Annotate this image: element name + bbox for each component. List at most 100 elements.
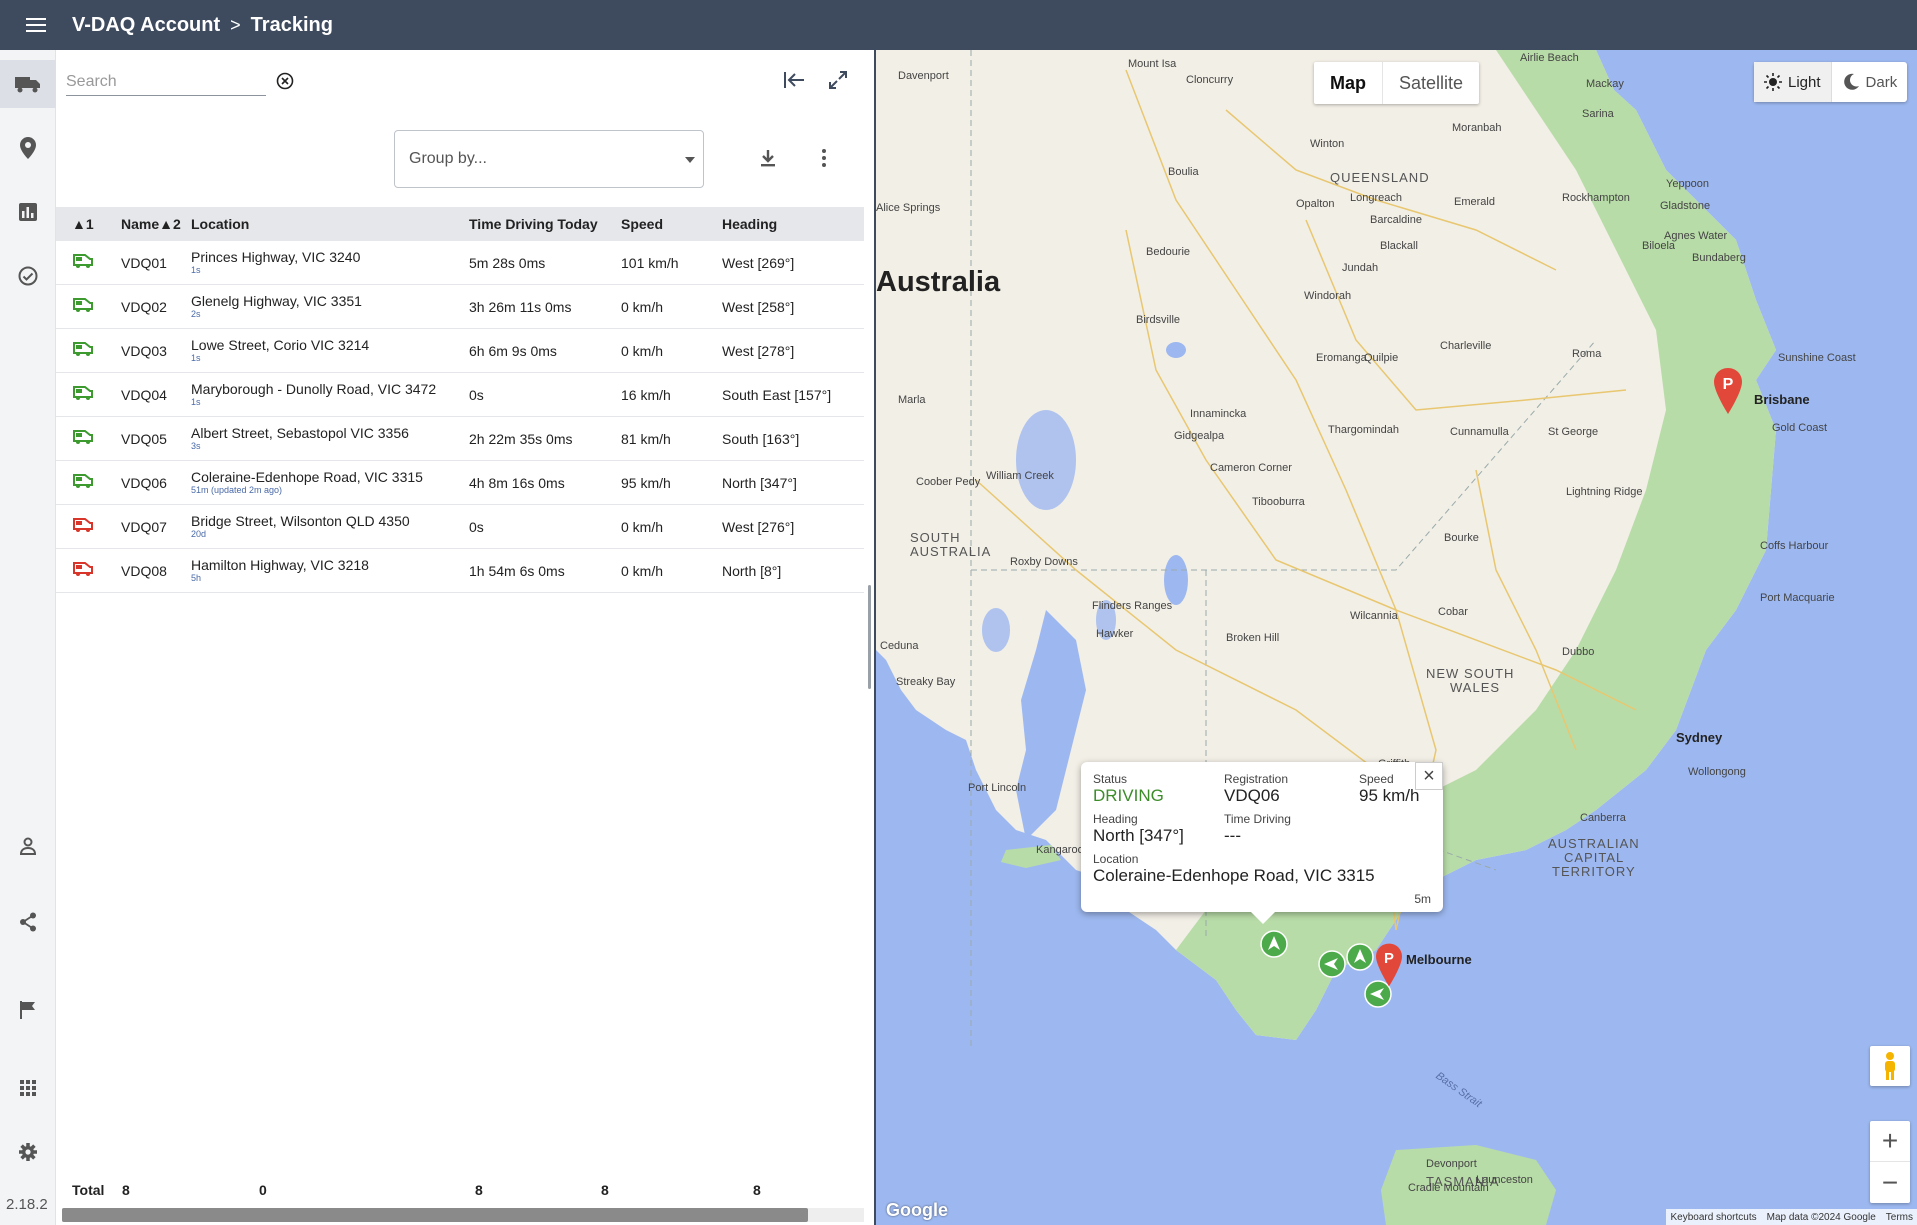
search-input[interactable] bbox=[66, 68, 266, 95]
vehicle-heading: North [8°] bbox=[722, 562, 782, 579]
table-row[interactable]: VDQ02 Glenelg Highway, VIC 3351 2s 3h 26m 1… bbox=[56, 285, 864, 329]
vehicle-location-updated: 1s bbox=[191, 265, 201, 275]
vehicle-time-driving: 0s bbox=[469, 518, 484, 535]
vehicle-location-updated: 5h bbox=[191, 573, 202, 583]
map-label-sydney: Sydney bbox=[1676, 730, 1723, 745]
table-row[interactable]: VDQ04 Maryborough - Dunolly Road, VIC 347… bbox=[56, 373, 864, 417]
vehicle-speed: 101 km/h bbox=[621, 254, 679, 271]
totals-heading: 8 bbox=[753, 1182, 761, 1198]
map-label-town: Alice Springs bbox=[876, 202, 941, 214]
popup-time-value: --- bbox=[1224, 826, 1241, 845]
vehicle-location: Lowe Street, Corio VIC 3214 1s bbox=[191, 337, 469, 364]
map-view[interactable]: Map Satellite Light Dark Australia QUEEN… bbox=[876, 50, 1917, 1225]
map-type-satellite-button[interactable]: Satellite bbox=[1383, 62, 1479, 104]
column-header-speed[interactable]: Speed bbox=[621, 216, 722, 232]
table-totals-row: Total 8 0 8 8 8 bbox=[56, 1178, 864, 1202]
table-header: ▲1 Name▲2 Location Time Driving Today Sp… bbox=[56, 207, 864, 241]
popup-age: 5m bbox=[1414, 892, 1431, 906]
map-label-town: Innamincka bbox=[1190, 408, 1247, 420]
column-header-time-driving[interactable]: Time Driving Today bbox=[469, 216, 621, 232]
vehicle-marker-icon[interactable] bbox=[1318, 950, 1346, 978]
vehicle-location-text: Maryborough - Dunolly Road, VIC 3472 bbox=[191, 381, 437, 397]
map-label-town: Boulia bbox=[1168, 166, 1199, 178]
map-label-town: Opalton bbox=[1296, 198, 1335, 210]
vehicle-time-driving: 0s bbox=[469, 386, 484, 403]
panel-resize-handle[interactable] bbox=[868, 585, 871, 689]
table-row[interactable]: VDQ06 Coleraine-Edenhope Road, VIC 3315 51… bbox=[56, 461, 864, 505]
collapse-panel-icon[interactable] bbox=[778, 64, 810, 96]
street-view-pegman-icon[interactable] bbox=[1870, 1046, 1910, 1086]
map-label-town: Quilpie bbox=[1364, 352, 1399, 364]
vehicle-heading: North [347°] bbox=[722, 474, 797, 491]
horizontal-scrollbar[interactable] bbox=[62, 1208, 864, 1222]
map-label-town: Roma bbox=[1572, 348, 1602, 360]
group-by-select[interactable]: Group by... bbox=[394, 130, 704, 188]
map-label-town: Streaky Bay bbox=[896, 676, 956, 688]
vehicle-heading: West [258°] bbox=[722, 298, 795, 315]
bar-chart-icon[interactable] bbox=[0, 188, 56, 236]
download-icon[interactable] bbox=[752, 142, 784, 174]
more-options-icon[interactable] bbox=[808, 142, 840, 174]
vehicle-status-icon bbox=[56, 473, 111, 492]
column-header-name[interactable]: Name▲2 bbox=[111, 216, 191, 232]
popup-status-label: Status bbox=[1093, 772, 1128, 786]
vehicle-name: VDQ05 bbox=[121, 430, 167, 447]
map-label-town: Coffs Harbour bbox=[1760, 540, 1829, 552]
map-label-canberra: Canberra bbox=[1580, 812, 1626, 824]
map-label-town: Gidgealpa bbox=[1174, 430, 1225, 442]
keyboard-shortcuts-link[interactable]: Keyboard shortcuts bbox=[1670, 1212, 1756, 1223]
truck-icon[interactable] bbox=[0, 60, 56, 108]
vehicle-info-popup: × Status DRIVING Registration VDQ06 Spee… bbox=[1081, 762, 1443, 924]
totals-name: 8 bbox=[122, 1182, 130, 1198]
map-label-town: Ceduna bbox=[880, 640, 919, 652]
terms-link[interactable]: Terms bbox=[1886, 1212, 1913, 1223]
person-icon[interactable] bbox=[0, 822, 56, 870]
vehicle-speed: 81 km/h bbox=[621, 430, 671, 447]
scrollbar-thumb[interactable] bbox=[62, 1208, 808, 1222]
vehicle-name: VDQ07 bbox=[121, 518, 167, 535]
map-data-text: Map data ©2024 Google bbox=[1766, 1211, 1876, 1223]
vehicle-status-icon bbox=[56, 385, 111, 404]
expand-panel-icon[interactable] bbox=[822, 64, 854, 96]
theme-toggle: Light Dark bbox=[1754, 62, 1908, 102]
theme-dark-button[interactable]: Dark bbox=[1832, 62, 1908, 102]
table-body: VDQ01 Princes Highway, VIC 3240 1s 5m 28s 0… bbox=[56, 241, 864, 593]
map-label-town: Blackall bbox=[1380, 240, 1418, 252]
vehicle-location: Glenelg Highway, VIC 3351 2s bbox=[191, 293, 469, 320]
breadcrumb-account[interactable]: V-DAQ Account bbox=[72, 14, 220, 37]
popup-registration-label: Registration bbox=[1224, 772, 1289, 786]
zoom-out-button[interactable]: − bbox=[1870, 1162, 1910, 1203]
table-row[interactable]: VDQ05 Albert Street, Sebastopol VIC 3356 3… bbox=[56, 417, 864, 461]
column-header-heading[interactable]: Heading bbox=[722, 216, 864, 232]
theme-light-button[interactable]: Light bbox=[1754, 62, 1832, 102]
map-type-map-button[interactable]: Map bbox=[1314, 62, 1383, 104]
table-row[interactable]: VDQ07 Bridge Street, Wilsonton QLD 4350 20… bbox=[56, 505, 864, 549]
zoom-in-button[interactable]: + bbox=[1870, 1121, 1910, 1162]
gear-icon[interactable] bbox=[0, 1128, 56, 1176]
table-row[interactable]: VDQ03 Lowe Street, Corio VIC 3214 1s 6h 6m … bbox=[56, 329, 864, 373]
table-row[interactable]: VDQ08 Hamilton Highway, VIC 3218 5h 1h 54m … bbox=[56, 549, 864, 593]
vehicle-marker-icon[interactable] bbox=[1260, 930, 1288, 958]
share-icon[interactable] bbox=[0, 898, 56, 946]
menu-icon[interactable] bbox=[0, 0, 72, 50]
flag-icon[interactable] bbox=[0, 986, 56, 1034]
map-label-town: Flinders Ranges bbox=[1092, 600, 1173, 612]
location-pin-icon[interactable] bbox=[0, 124, 56, 172]
apps-grid-icon[interactable] bbox=[0, 1064, 56, 1112]
dropdown-arrow-icon bbox=[685, 157, 695, 163]
svg-text:P: P bbox=[1723, 376, 1734, 393]
parked-marker-icon[interactable]: P bbox=[1376, 943, 1402, 987]
check-circle-icon[interactable] bbox=[0, 252, 56, 300]
vehicle-marker-icon[interactable] bbox=[1346, 943, 1374, 971]
map-label-town: Winton bbox=[1310, 138, 1345, 150]
column-header-location[interactable]: Location bbox=[191, 216, 469, 232]
vehicle-heading: South East [157°] bbox=[722, 386, 832, 403]
table-row[interactable]: VDQ01 Princes Highway, VIC 3240 1s 5m 28s 0… bbox=[56, 241, 864, 285]
column-header-status[interactable]: ▲1 bbox=[56, 216, 111, 232]
zoom-controls: + − bbox=[1870, 1121, 1910, 1203]
parked-marker-icon[interactable]: P bbox=[1714, 368, 1742, 414]
vehicle-location-text: Coleraine-Edenhope Road, VIC 3315 bbox=[191, 469, 423, 485]
vehicle-status-icon bbox=[56, 297, 111, 316]
theme-light-label: Light bbox=[1788, 73, 1821, 91]
clear-search-icon[interactable] bbox=[274, 70, 296, 92]
